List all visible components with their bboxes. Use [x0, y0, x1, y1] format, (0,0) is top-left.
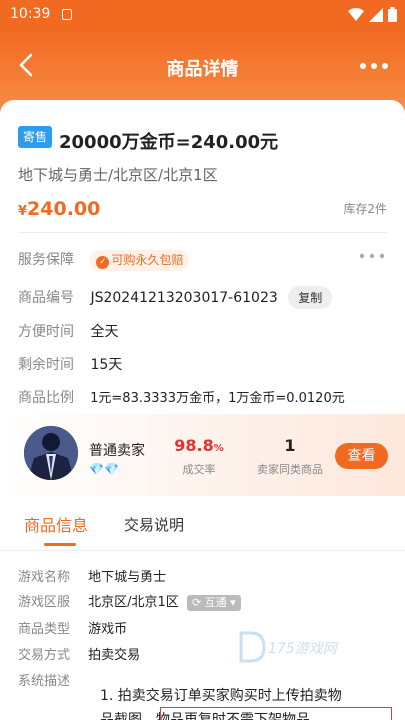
avatar[interactable] — [24, 426, 78, 480]
code-row: 商品编号 JS20241213203017-61023 复制 — [18, 286, 333, 309]
stock-count: 库存2件 — [343, 202, 387, 216]
info-game-row: 游戏名称 地下城与勇士 — [18, 566, 166, 585]
ratio-value: 1元=83.3333万金币，1万金币=0.0120元 — [90, 391, 345, 406]
wifi-icon — [348, 7, 364, 21]
status-time: 10:39 — [10, 6, 51, 22]
info-type-row: 商品类型 游戏币 — [18, 618, 127, 637]
watermark-d-icon — [239, 631, 266, 663]
success-rate: 98.8% 成交率 — [168, 436, 230, 477]
service-value: 可购永久包赔 — [111, 253, 184, 267]
more-dots-icon[interactable] — [357, 56, 391, 76]
sys-label: 系统描述 — [18, 674, 71, 689]
interconnect-badge[interactable]: ⟳ 互通 ▾ — [186, 595, 241, 611]
product-area: 地下城与勇士/北京区/北京1区 — [18, 166, 218, 184]
type-label: 商品类型 — [18, 622, 71, 637]
copy-button[interactable]: 复制 — [288, 286, 333, 309]
tab-divider — [0, 550, 405, 551]
rate-unit: % — [213, 443, 224, 454]
page-title: 商品详情 — [166, 59, 239, 80]
view-seller-button[interactable]: 查看 — [335, 443, 388, 469]
status-bar: 10:39 — [0, 0, 405, 30]
seller-name: 普通卖家 — [89, 443, 145, 459]
server-label: 游戏区服 — [18, 595, 71, 610]
time-row: 方便时间 全天 — [18, 321, 118, 341]
status-icons — [348, 7, 397, 22]
rate-value: 98.8% — [168, 436, 230, 455]
game-value: 地下城与勇士 — [88, 570, 167, 585]
avatar-suit-image — [24, 426, 78, 480]
rate-label: 成交率 — [182, 463, 216, 476]
tab-trade-notes[interactable]: 交易说明 — [124, 514, 184, 535]
service-badge[interactable]: ✓ 可购永久包赔 — [90, 250, 190, 271]
info-sys-row: 系统描述 — [18, 670, 84, 689]
highlight-box — [160, 707, 392, 720]
time-label: 方便时间 — [18, 324, 74, 340]
code-label: 商品编号 — [18, 290, 74, 306]
product-title: 20000万金币=240.00元 — [59, 132, 279, 153]
diamond-icon: 💎💎 — [89, 462, 119, 476]
interconnect-label: 互通 — [204, 596, 227, 609]
consign-tag: 寄售 — [18, 126, 52, 148]
info-trade-row: 交易方式 拍卖交易 — [18, 644, 140, 663]
battery-icon — [388, 7, 397, 22]
remain-row: 剩余时间 15天 — [18, 354, 122, 374]
ratio-label: 商品比例 — [18, 390, 74, 406]
remain-label: 剩余时间 — [18, 357, 74, 373]
price-value: 240.00 — [27, 198, 101, 220]
game-label: 游戏名称 — [18, 570, 71, 585]
type-value: 游戏币 — [88, 622, 128, 637]
watermark-logo: 175游戏网 — [238, 630, 358, 664]
service-more-icon[interactable] — [357, 249, 387, 263]
count-label: 卖家同类商品 — [257, 463, 323, 476]
rate-number: 98.8 — [174, 436, 214, 455]
tab-product-info[interactable]: 商品信息 — [24, 512, 88, 536]
ratio-row: 商品比例 1元=83.3333万金币，1万金币=0.0120元 — [18, 387, 345, 407]
service-label: 服务保障 — [18, 252, 74, 268]
server-value: 北京区/北京1区 — [88, 595, 179, 610]
product-price: ¥240.00 — [18, 198, 100, 220]
time-value: 全天 — [90, 324, 119, 340]
count-value: 1 — [284, 436, 296, 455]
divider — [18, 232, 387, 233]
seller-item-count: 1 卖家同类商品 — [250, 436, 330, 477]
signal-icon — [369, 7, 383, 22]
check-icon: ✓ — [96, 256, 110, 269]
watermark-text: 175游戏网 — [268, 641, 337, 657]
trade-value: 拍卖交易 — [88, 648, 141, 663]
service-row: 服务保障 ✓ 可购永久包赔 — [18, 249, 190, 271]
sim-icon — [62, 9, 72, 20]
active-tab-indicator — [44, 543, 76, 546]
code-value: JS20241213203017-61023 — [90, 290, 278, 306]
description-line-1: 1. 拍卖交易订单买家购买时上传拍卖物 — [100, 688, 342, 704]
currency-symbol: ¥ — [18, 204, 28, 219]
trade-label: 交易方式 — [18, 648, 71, 663]
remain-value: 15天 — [90, 357, 123, 373]
info-server-row: 游戏区服 北京区/北京1区 ⟳ 互通 ▾ — [18, 591, 241, 611]
